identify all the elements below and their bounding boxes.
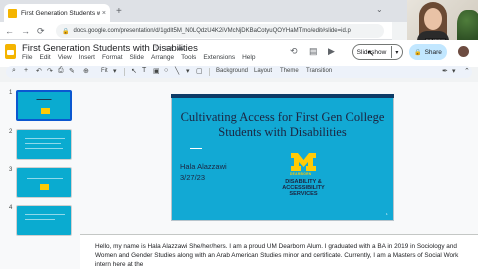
plant-image <box>457 10 478 44</box>
select-cursor-icon[interactable]: ↖ <box>131 67 137 75</box>
menu-help[interactable]: Help <box>242 54 255 61</box>
new-slide-icon[interactable]: + <box>24 67 28 74</box>
menu-tools[interactable]: Tools <box>181 54 196 61</box>
thumb-text-line <box>27 178 63 179</box>
slides-favicon-icon <box>8 8 17 18</box>
close-tab-icon[interactable]: × <box>102 10 106 17</box>
layout-button[interactable]: Layout <box>254 68 272 74</box>
meet-icon[interactable]: ▶ <box>328 46 335 57</box>
avatar[interactable] <box>457 45 470 58</box>
slideshow-dropdown-icon[interactable]: ▾ <box>395 49 398 56</box>
person-face <box>424 8 442 30</box>
cloud-status-icon[interactable]: ☁ <box>176 43 184 52</box>
mouse-cursor-icon: ↖ <box>367 48 375 58</box>
move-folder-icon[interactable]: ▭ <box>165 43 173 52</box>
url-text: docs.google.com/presentation/d/1gdIt5M_N… <box>73 28 351 34</box>
slide-thumbnail-2[interactable] <box>16 129 72 160</box>
slide-number: 4 <box>9 205 13 211</box>
back-icon[interactable]: ← <box>5 26 14 36</box>
comment-add-icon[interactable]: ▢ <box>196 67 203 75</box>
url-field[interactable]: 🔒 docs.google.com/presentation/d/1gdIt5M… <box>56 24 384 38</box>
webcam-video: Hala Alazzawi <box>407 0 478 44</box>
zoom-select[interactable]: Fit <box>101 68 108 74</box>
slide-title[interactable]: Cultivating Access for First Gen College… <box>176 110 389 140</box>
pen-tool-icon[interactable]: ✒ <box>442 67 448 75</box>
pen-dropdown-icon[interactable]: ▾ <box>452 67 456 75</box>
thumb-title: ▬▬▬▬▬ <box>36 97 52 101</box>
lock-share-icon: 🔒 <box>414 49 422 56</box>
menu-format[interactable]: Format <box>102 54 123 61</box>
menu-slide[interactable]: Slide <box>130 54 144 61</box>
version-history-icon[interactable]: ⟲ <box>290 46 298 57</box>
slides-logo-icon[interactable] <box>5 44 16 59</box>
zoom-dropdown-icon[interactable]: ▾ <box>113 67 117 75</box>
slideshow-button[interactable]: Slideshow ▾ <box>352 44 403 60</box>
slide-page-number: 1 <box>386 212 388 216</box>
slide-number: 2 <box>9 129 13 135</box>
thumb-m-logo <box>40 184 49 190</box>
transition-button[interactable]: Transition <box>306 68 332 74</box>
slide-number: 1 <box>9 90 13 96</box>
thumb-text-line <box>25 143 61 144</box>
speaker-notes-text[interactable]: Hello, my name is Hala Alazzawi She/her/… <box>95 242 467 269</box>
presentation-date[interactable]: 3/27/23 <box>180 173 205 182</box>
toolbar-divider <box>124 68 125 76</box>
presenter-name[interactable]: Hala Alazzawi <box>180 162 227 171</box>
share-button[interactable]: 🔒 Share <box>409 44 447 60</box>
star-icon[interactable]: ☆ <box>154 43 161 52</box>
slideshow-divider <box>391 46 393 58</box>
text-box-icon[interactable]: T <box>142 67 146 74</box>
new-tab-icon[interactable]: + <box>116 6 122 17</box>
menu-extensions[interactable]: Extensions <box>203 54 235 61</box>
search-menus-icon[interactable]: ⌕ <box>12 67 16 75</box>
line-dropdown-icon[interactable]: ▾ <box>186 67 190 75</box>
menu-file[interactable]: File <box>22 54 32 61</box>
shape-icon[interactable]: ○ <box>164 67 168 74</box>
forward-icon[interactable]: → <box>21 26 30 36</box>
department-name: DISABILITY & ACCESSIBILITY SERVICES <box>282 179 325 197</box>
slide-top-band <box>171 94 394 98</box>
browser-tab[interactable]: First Generation Students with × <box>4 4 110 22</box>
share-label: Share <box>424 48 442 56</box>
lock-icon: 🔒 <box>62 28 70 35</box>
menu-bar: File Edit View Insert Format Slide Arran… <box>22 54 255 61</box>
slide-divider-line <box>190 148 202 149</box>
paint-format-icon[interactable]: ✎ <box>69 67 75 75</box>
thumb-m-logo <box>41 108 50 114</box>
menu-insert[interactable]: Insert <box>79 54 95 61</box>
undo-icon[interactable]: ↶ <box>36 67 42 75</box>
slide-thumbnail-3[interactable] <box>16 167 72 198</box>
block-m-logo-icon <box>291 153 316 171</box>
thumb-text-line <box>25 148 63 149</box>
theme-button[interactable]: Theme <box>280 68 299 74</box>
slide-thumbnail-4[interactable] <box>16 205 72 236</box>
comments-icon[interactable]: ▤ <box>309 46 318 57</box>
redo-icon[interactable]: ↷ <box>47 67 53 75</box>
toolbar-divider <box>209 68 210 76</box>
menu-view[interactable]: View <box>58 54 72 61</box>
menu-arrange[interactable]: Arrange <box>151 54 174 61</box>
image-icon[interactable]: ▣ <box>153 67 160 75</box>
zoom-icon[interactable]: ⊕ <box>83 67 89 75</box>
tab-search-chevron-icon[interactable]: ⌄ <box>376 5 383 14</box>
logo-wordmark: DEARBORN <box>290 172 312 176</box>
background-button[interactable]: Background <box>216 68 248 74</box>
thumb-text-line <box>25 214 65 215</box>
collapse-toolbar-icon[interactable]: ⌃ <box>464 67 470 75</box>
menu-edit[interactable]: Edit <box>39 54 50 61</box>
thumb-text-line <box>25 219 55 220</box>
line-icon[interactable]: ╲ <box>175 67 179 75</box>
print-icon[interactable]: ⎙ <box>58 67 64 75</box>
slide-thumbnail-1[interactable]: ▬▬▬▬▬ <box>16 90 72 121</box>
slide-number: 3 <box>9 167 13 173</box>
browser-tab-title: First Generation Students with <box>21 9 100 17</box>
thumb-text-line <box>25 138 65 139</box>
reload-icon[interactable]: ⟳ <box>37 26 45 37</box>
